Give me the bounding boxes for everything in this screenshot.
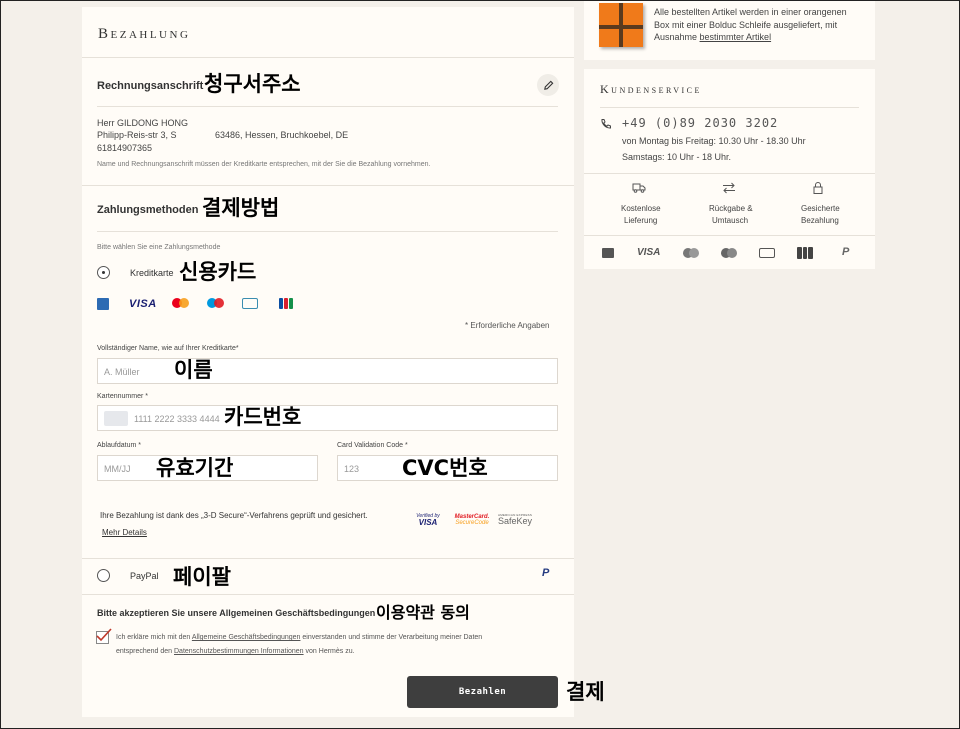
required-note: * Erforderliche Angaben — [465, 321, 550, 330]
expiry-placeholder: MM/JJ — [104, 464, 131, 474]
annotation-pay: 결제 — [566, 680, 605, 704]
card-icon — [104, 411, 128, 426]
service-title: Kundenservice — [600, 82, 702, 96]
billing-street: Philipp-Reis-str 3, S — [97, 130, 177, 140]
pencil-icon — [543, 80, 553, 90]
billing-heading: Rechnungsanschrift — [97, 80, 204, 92]
card-number-input[interactable]: 1111 2222 3333 4444 — [97, 405, 558, 431]
cvc-label: Card Validation Code * — [337, 442, 408, 449]
truck-icon — [632, 183, 646, 193]
annotation-terms: 이용약관 동의 — [376, 603, 470, 622]
edit-address-button[interactable] — [537, 74, 559, 96]
customer-service-panel: Kundenservice +49 (0)89 2030 3202 von Mo… — [584, 69, 875, 269]
feature-delivery-1: Kostenlose — [621, 204, 661, 213]
mastercard-gray-icon — [683, 248, 699, 258]
jcb-gray-icon — [797, 247, 814, 259]
terms-text-2: einverstanden und stimme der Verarbeitun… — [302, 634, 483, 641]
terms-heading: Bitte akzeptieren Sie unsere Allgemeinen… — [97, 608, 376, 618]
annotation-cvc: CVC번호 — [402, 456, 488, 480]
pay-button[interactable]: Bezahlen — [407, 676, 558, 708]
securecode-text: SecureCode — [455, 520, 489, 526]
checkmark-icon — [96, 628, 112, 642]
annotation-paypal: 페이팔 — [173, 565, 231, 589]
payment-panel: Bezahlung Rechnungsanschrift Herr GILDON… — [82, 7, 574, 717]
carte-bancaire-gray-icon — [759, 248, 775, 258]
carte-bancaire-icon — [242, 298, 258, 309]
verified-visa-text: VISA — [418, 518, 438, 527]
annotation-credit-card: 신용카드 — [179, 260, 257, 284]
more-details-link[interactable]: Mehr Details — [102, 528, 147, 537]
gift-text-2: Box mit einer Bolduc Schleife ausgeliefe… — [654, 20, 838, 30]
paypal-icon: P — [542, 567, 550, 579]
payment-prompt: Bitte wählen Sie eine Zahlungsmethode — [97, 244, 221, 251]
gift-text-3: Ausnahme bestimmter Artikel — [654, 32, 771, 42]
amex-gray-icon — [602, 248, 614, 258]
service-phone[interactable]: +49 (0)89 2030 3202 — [622, 116, 778, 130]
terms-text-3: entsprechend den — [116, 648, 173, 655]
maestro-gray-icon — [721, 248, 737, 258]
annotation-name: 이름 — [174, 358, 213, 382]
cvc-placeholder: 123 — [344, 464, 360, 474]
paypal-gray-icon: P — [842, 246, 850, 258]
feature-delivery-2: Lieferung — [624, 216, 658, 225]
gift-box-panel: Alle bestellten Artikel werden in einer … — [584, 0, 875, 60]
card-number-placeholder: 1111 2222 3333 4444 — [134, 414, 220, 424]
amex-icon — [97, 298, 109, 310]
mastercard-securecode-logo: MasterCard. SecureCode — [453, 514, 491, 526]
feature-secure-1: Gesicherte — [801, 204, 840, 213]
gift-text-3-prefix: Ausnahme — [654, 32, 698, 42]
credit-card-radio[interactable] — [97, 266, 110, 279]
hours-weekday: von Montag bis Freitag: 10.30 Uhr - 18.3… — [622, 136, 806, 146]
page-title: Bezahlung — [98, 26, 191, 42]
terms-text-1: Ich erkläre mich mit den — [116, 634, 191, 641]
maestro-icon — [207, 297, 225, 309]
terms-line-1: Ich erkläre mich mit den Allgemeine Gesc… — [116, 634, 482, 641]
billing-note: Name und Rechnungsanschrift müssen der K… — [97, 161, 431, 168]
cardholder-name-input[interactable]: A. Müller — [97, 358, 558, 384]
exchange-arrows-icon — [723, 182, 735, 194]
annotation-card-number: 카드번호 — [224, 405, 302, 429]
mastercard-icon — [172, 297, 190, 309]
hours-saturday: Samstags: 10 Uhr - 18 Uhr. — [622, 152, 732, 162]
paypal-radio[interactable] — [97, 569, 110, 582]
name-placeholder: A. Müller — [104, 367, 140, 377]
agb-link[interactable]: Allgemeine Geschäftsbedingungen — [192, 634, 301, 641]
visa-logo: VISA — [129, 298, 157, 310]
verified-by-visa-logo: Verified by VISA — [413, 514, 443, 527]
gift-text-1: Alle bestellten Artikel werden in einer … — [654, 7, 847, 17]
phone-icon — [601, 119, 611, 129]
secure-text: Ihre Bezahlung ist dank des „3-D Secure“… — [100, 511, 368, 520]
safekey-text: SafeKey — [498, 516, 533, 526]
annotation-billing: 청구서주소 — [204, 72, 301, 96]
feature-secure-2: Bezahlung — [801, 216, 839, 225]
orange-gift-box-image — [599, 3, 643, 47]
expiry-label: Ablaufdatum * — [97, 442, 141, 449]
billing-phone: 61814907365 — [97, 143, 153, 153]
billing-name: Herr GILDONG HONG — [97, 118, 189, 128]
annotation-payment-methods: 결제방법 — [202, 196, 280, 220]
payment-methods-heading: Zahlungsmethoden — [97, 204, 199, 216]
terms-line-2: entsprechend den Datenschutzbestimmungen… — [116, 648, 355, 655]
billing-city: 63486, Hessen, Bruchkoebel, DE — [215, 130, 349, 140]
feature-returns-1: Rückgabe & — [709, 204, 753, 213]
paypal-label[interactable]: PayPal — [130, 571, 159, 581]
card-number-label: Kartennummer * — [97, 393, 148, 400]
feature-returns-2: Umtausch — [712, 216, 749, 225]
terms-text-4: von Hermès zu. — [305, 648, 355, 655]
privacy-link[interactable]: Datenschutzbestimmungen Informationen — [174, 648, 304, 655]
amex-safekey-logo: AMERICAN EXPRESS SafeKey — [498, 514, 538, 526]
visa-gray-logo: VISA — [637, 247, 661, 258]
gift-link[interactable]: bestimmter Artikel — [700, 32, 772, 42]
lock-icon — [813, 182, 823, 194]
jcb-icon — [278, 297, 293, 309]
terms-checkbox[interactable] — [96, 628, 112, 644]
credit-card-label[interactable]: Kreditkarte — [130, 268, 174, 278]
annotation-expiry: 유효기간 — [156, 456, 234, 480]
name-label: Vollständiger Name, wie auf Ihrer Kredit… — [97, 345, 239, 352]
